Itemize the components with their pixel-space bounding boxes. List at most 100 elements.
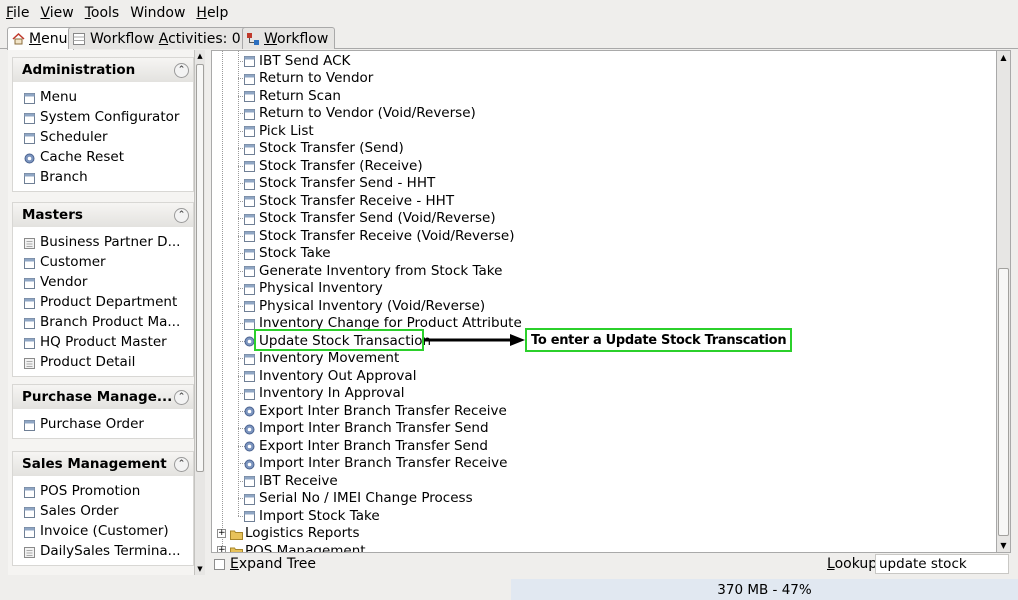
sidebar-item[interactable]: Invoice (Customer) — [13, 521, 193, 541]
sidebar-item[interactable]: Customer — [13, 252, 193, 272]
sidebar-item-label: DailySales Termina... — [40, 543, 181, 559]
scroll-up-icon[interactable]: ▲ — [997, 51, 1010, 64]
tree-item[interactable]: Return Scan — [244, 87, 341, 105]
menu-view[interactable]: View — [40, 5, 73, 21]
sidebar-item[interactable]: Business Partner D... — [13, 232, 193, 252]
tree-item-label: IBT Receive — [259, 472, 338, 489]
sidebar-panel-header[interactable]: Sales Management ⌃ — [13, 452, 193, 476]
menu-file[interactable]: File — [6, 5, 29, 21]
memory-usage-bar[interactable]: 370 MB - 47% — [511, 579, 1018, 600]
sidebar-panel-header[interactable]: Purchase Manage... ⌃ — [13, 385, 193, 409]
sidebar-item[interactable]: Scheduler — [13, 127, 193, 147]
window-icon — [244, 143, 255, 155]
window-icon — [24, 92, 35, 104]
sidebar-item[interactable]: Cache Reset — [13, 147, 193, 167]
collapse-icon[interactable]: ⌃ — [174, 62, 189, 78]
tree-item[interactable]: Import Inter Branch Transfer Receive — [244, 455, 507, 473]
window-icon — [244, 125, 255, 138]
menu-tree: IBT Send ACK Return to Vendor Return Scan R… — [211, 50, 997, 553]
sidebar-item[interactable]: Purchase Order — [13, 414, 193, 434]
tree-item[interactable]: Export Inter Branch Transfer Send — [244, 437, 488, 455]
menu-help[interactable]: Help — [196, 5, 228, 21]
tree-item[interactable]: Stock Transfer Send (Void/Reverse) — [244, 210, 496, 228]
document-icon — [24, 357, 35, 369]
tree-item[interactable]: IBT Receive — [244, 472, 338, 490]
tree-scrollbar[interactable]: ▲ ▼ — [997, 50, 1011, 553]
window-icon — [24, 419, 35, 431]
window-icon — [24, 506, 35, 518]
expand-icon[interactable]: + — [217, 528, 226, 538]
scrollbar-thumb[interactable] — [998, 268, 1009, 536]
tree-folder[interactable]: + Logistics Reports — [217, 525, 359, 543]
sidebar-panel-header[interactable]: Masters ⌃ — [13, 203, 193, 227]
sidebar-item[interactable]: System Configurator — [13, 107, 193, 127]
tree-item-label: Stock Transfer Send (Void/Reverse) — [259, 210, 496, 227]
menu-window[interactable]: Window — [130, 5, 185, 21]
tree-item-label: Return to Vendor — [259, 70, 374, 87]
window-icon — [244, 493, 255, 505]
tree-folder-label: Logistics Reports — [245, 525, 360, 542]
tree-item[interactable]: Import Stock Take — [244, 507, 380, 525]
sidebar-item[interactable]: Menu — [13, 87, 193, 107]
tree-item[interactable]: Stock Transfer Send - HHT — [244, 175, 435, 193]
tree-item[interactable]: Stock Transfer Receive - HHT — [244, 192, 454, 210]
scroll-down-icon[interactable]: ▼ — [997, 539, 1010, 552]
sidebar-item[interactable]: POS Promotion — [13, 481, 193, 501]
tree-folder[interactable]: + POS Management — [217, 542, 366, 552]
tab-workflow[interactable]: Workflow — [242, 27, 336, 49]
sidebar-item[interactable]: HQ Product Master — [13, 332, 193, 352]
window-icon — [244, 248, 255, 260]
sidebar-item[interactable]: Product Detail — [13, 352, 193, 372]
sidebar-item[interactable]: Vendor — [13, 272, 193, 292]
expand-tree-checkbox[interactable] — [214, 558, 225, 570]
expand-tree-label[interactable]: Expand Tree — [230, 556, 316, 572]
tree-item[interactable]: IBT Send ACK — [244, 52, 350, 70]
tree-item[interactable]: Physical Inventory — [244, 280, 383, 298]
tab-menu[interactable]: Menu — [7, 27, 75, 50]
tree-item[interactable]: Stock Transfer (Receive) — [244, 157, 423, 175]
tree-item[interactable]: Stock Take — [244, 245, 331, 263]
window-icon — [244, 178, 255, 190]
tree-item-label: Stock Transfer Receive - HHT — [259, 192, 455, 209]
window-icon — [244, 55, 255, 68]
tree-item[interactable]: Return to Vendor (Void/Reverse) — [244, 105, 476, 123]
sidebar-panel-title: Administration — [22, 62, 136, 78]
tree-item[interactable]: Serial No / IMEI Change Process — [244, 490, 473, 508]
sidebar-item[interactable]: DailySales Termina... — [13, 541, 193, 561]
expand-icon[interactable]: + — [217, 546, 226, 552]
scroll-down-icon[interactable]: ▼ — [195, 563, 205, 575]
tree-item[interactable]: Stock Transfer (Send) — [244, 140, 404, 158]
sidebar-panel-header[interactable]: Administration ⌃ — [13, 58, 193, 82]
lookup-input[interactable] — [875, 554, 1009, 574]
window-icon — [244, 510, 255, 523]
scroll-up-icon[interactable]: ▲ — [195, 50, 205, 62]
tree-item[interactable]: Stock Transfer Receive (Void/Reverse) — [244, 227, 515, 245]
sidebar-item[interactable]: Sales Order — [13, 501, 193, 521]
tree-item[interactable]: Physical Inventory (Void/Reverse) — [244, 297, 485, 315]
folder-icon — [230, 528, 243, 540]
menu-tools[interactable]: Tools — [85, 5, 120, 21]
tree-item[interactable]: Return to Vendor — [244, 70, 373, 88]
tree-item[interactable]: Inventory In Approval — [244, 385, 405, 403]
folder-icon — [230, 545, 243, 552]
tree-item-label: Physical Inventory — [259, 280, 383, 297]
tab-workflow-activities[interactable]: Workflow Activities: 0 — [68, 27, 248, 49]
tree-item[interactable]: Pick List — [244, 122, 314, 140]
sidebar-item[interactable]: Product Department — [13, 292, 193, 312]
tree-item[interactable]: Generate Inventory from Stock Take — [244, 262, 502, 280]
scrollbar-thumb[interactable] — [196, 64, 204, 472]
sidebar-item-label: Cache Reset — [40, 149, 124, 165]
sidebar-scrollbar[interactable]: ▲ ▼ — [194, 50, 205, 575]
collapse-icon[interactable]: ⌃ — [174, 389, 189, 405]
tree-item[interactable]: Export Inter Branch Transfer Receive — [244, 402, 507, 420]
tree-item[interactable]: Inventory Movement — [244, 350, 399, 368]
tree-item[interactable]: Inventory Out Approval — [244, 367, 416, 385]
tree-item[interactable]: Import Inter Branch Transfer Send — [244, 420, 489, 438]
sidebar-item[interactable]: Branch — [13, 167, 193, 187]
sidebar-item[interactable]: Branch Product Ma... — [13, 312, 193, 332]
collapse-icon[interactable]: ⌃ — [174, 456, 189, 472]
collapse-icon[interactable]: ⌃ — [174, 207, 189, 223]
window-icon — [244, 108, 255, 120]
tree-item-label: Stock Transfer (Send) — [259, 140, 404, 157]
tree-item-label: Return to Vendor (Void/Reverse) — [259, 105, 476, 122]
